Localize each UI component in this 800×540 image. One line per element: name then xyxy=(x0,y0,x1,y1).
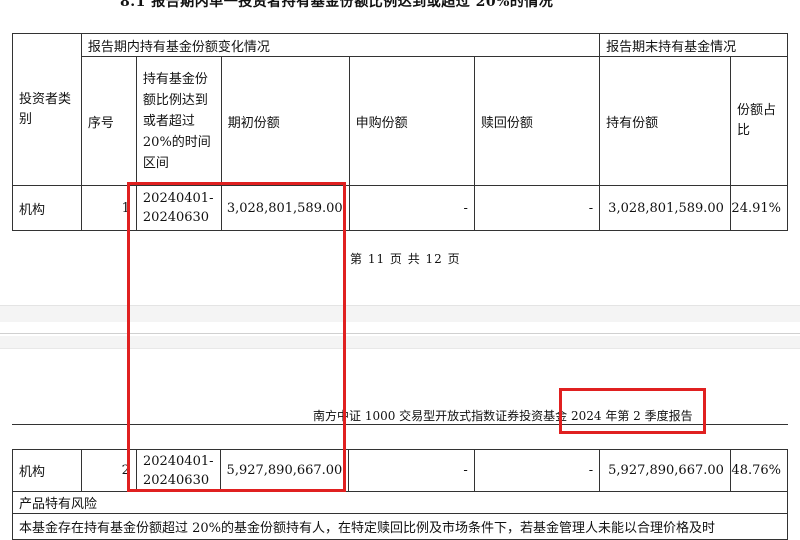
header-end-group: 报告期末持有基金情况 xyxy=(599,33,788,57)
annotation-box-period xyxy=(127,182,346,492)
page-gap-bottom xyxy=(0,336,800,349)
risk-text: 本基金存在持有基金份额超过 20%的基金份额持有人，在特定赎回比例及市场条件下，… xyxy=(12,513,788,540)
cell-ratio: 24.91% xyxy=(729,185,789,231)
section-title: 8.1 报告期内单一投资者持有基金份额比例达到或超过 20%的情况 xyxy=(120,0,554,10)
header-investor-type: 投资者类别 xyxy=(12,33,82,186)
cell-type: 机构 xyxy=(12,185,82,231)
header-begin: 期初份额 xyxy=(220,56,350,186)
page-gap xyxy=(0,305,800,322)
header-change-group: 报告期内持有基金份额变化情况 xyxy=(80,33,601,57)
cell-hold: 3,028,801,589.00 xyxy=(599,185,731,231)
header-ratio: 份额占比 xyxy=(729,56,789,186)
header-hold: 持有份额 xyxy=(599,56,731,186)
header-purchase: 申购份额 xyxy=(348,56,475,186)
cell-redeem: - xyxy=(473,449,601,492)
cell-hold: 5,927,890,667.00 xyxy=(599,449,731,492)
header-redeem: 赎回份额 xyxy=(473,56,601,186)
cell-ratio: 48.76% xyxy=(729,449,789,492)
annotation-box-report-period xyxy=(559,388,706,434)
header-period: 持有基金份额比例达到或者超过 20%的时间区间 xyxy=(135,56,222,186)
cell-purchase: - xyxy=(348,449,475,492)
header-seq: 序号 xyxy=(80,56,137,186)
cell-redeem: - xyxy=(473,185,601,231)
cell-type: 机构 xyxy=(12,449,82,492)
risk-title: 产品特有风险 xyxy=(12,491,788,514)
cell-purchase: - xyxy=(348,185,475,231)
page-indicator: 第 11 页 共 12 页 xyxy=(350,252,461,266)
page-separator xyxy=(0,333,800,334)
